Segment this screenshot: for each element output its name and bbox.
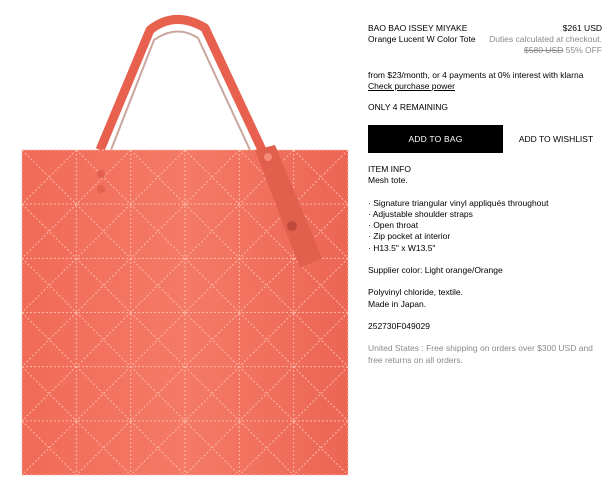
feature-item: · Signature triangular vinyl appliqués t… bbox=[368, 197, 549, 208]
bag-handles bbox=[95, 15, 267, 152]
klarna-section: from $23/month, or 4 payments at 0% inte… bbox=[368, 70, 602, 92]
feature-item: · Open throat bbox=[368, 220, 419, 231]
klarna-text: from $23/month, or 4 payments at 0% inte… bbox=[368, 70, 584, 80]
shipping-line: United States : Free shipping on orders … bbox=[368, 343, 593, 353]
stock-status: ONLY 4 REMAINING bbox=[368, 102, 448, 112]
shipping-info: United States : Free shipping on orders … bbox=[368, 343, 602, 366]
item-info-heading: ITEM INFO bbox=[368, 164, 411, 174]
feature-item: · Adjustable shoulder straps bbox=[368, 208, 473, 219]
original-price: $580 USD bbox=[524, 45, 564, 55]
product-sku: 252730F049029 bbox=[368, 320, 430, 331]
brand-name[interactable]: BAO BAO ISSEY MIYAKE bbox=[368, 23, 467, 34]
feature-item: · H13.5" x W13.5" bbox=[368, 242, 436, 253]
add-to-bag-button[interactable]: ADD TO BAG bbox=[368, 125, 503, 153]
item-info: ITEM INFO Mesh tote. · Signature triangu… bbox=[368, 164, 602, 332]
feature-item: · Zip pocket at interior bbox=[368, 231, 451, 242]
add-to-wishlist-button[interactable]: ADD TO WISHLIST bbox=[512, 125, 600, 153]
product-header: BAO BAO ISSEY MIYAKE $261 USD Orange Luc… bbox=[368, 23, 602, 56]
materials: Polyvinyl chloride, textile. bbox=[368, 287, 463, 298]
check-purchase-power-link[interactable]: Check purchase power bbox=[368, 81, 455, 92]
price: $261 USD bbox=[562, 23, 602, 33]
discount-badge: 55% OFF bbox=[565, 45, 602, 55]
item-summary: Mesh tote. bbox=[368, 175, 408, 186]
origin: Made in Japan. bbox=[368, 298, 427, 309]
supplier-color: Supplier color: Light orange/Orange bbox=[368, 265, 503, 276]
duties-note: Duties calculated at checkout. bbox=[489, 34, 602, 44]
product-image bbox=[21, 15, 349, 476]
shipping-line: free returns on all orders. bbox=[368, 354, 463, 365]
product-name: Orange Lucent W Color Tote bbox=[368, 34, 476, 44]
